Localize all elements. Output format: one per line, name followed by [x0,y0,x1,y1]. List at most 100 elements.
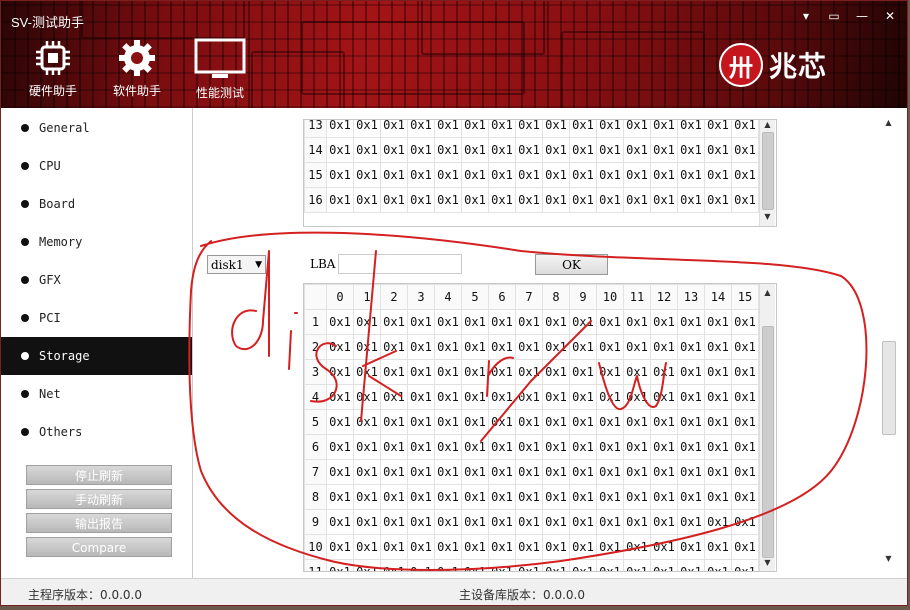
hex-cell[interactable]: 0x1 [515,534,543,560]
hex-cell[interactable]: 0x1 [650,409,678,435]
sidebar-item-memory[interactable]: Memory [1,223,192,261]
hex-cell[interactable]: 0x1 [542,162,570,188]
minimize-button[interactable]: — [851,7,873,25]
hex-cell[interactable]: 0x1 [623,334,651,360]
hex-cell[interactable]: 0x1 [677,120,705,138]
hex-cell[interactable]: 0x1 [380,459,408,485]
hex-cell[interactable]: 0x1 [326,334,354,360]
hex-cell[interactable]: 0x1 [326,534,354,560]
scroll-up-icon[interactable]: ▲ [880,118,897,132]
hex-cell[interactable]: 0x1 [407,137,435,163]
hex-cell[interactable]: 0x1 [596,559,624,571]
hex-cell[interactable]: 0x1 [677,459,705,485]
hex-cell[interactable]: 0x1 [596,459,624,485]
hex-cell[interactable]: 0x1 [704,120,732,138]
hex-cell[interactable]: 0x1 [542,559,570,571]
hex-cell[interactable]: 0x1 [542,120,570,138]
hex-cell[interactable]: 0x1 [488,137,516,163]
hex-cell[interactable]: 0x1 [704,187,732,213]
hex-cell[interactable]: 0x1 [434,559,462,571]
hex-cell[interactable]: 0x1 [515,334,543,360]
hex-cell[interactable]: 0x1 [596,509,624,535]
hex-cell[interactable]: 0x1 [380,334,408,360]
hex-cell[interactable]: 0x1 [515,559,543,571]
hex-cell[interactable]: 0x1 [326,359,354,385]
hex-cell[interactable]: 0x1 [515,359,543,385]
hex-cell[interactable]: 0x1 [542,409,570,435]
hex-cell[interactable]: 0x1 [596,334,624,360]
hex-cell[interactable]: 0x1 [488,409,516,435]
feedback-icon[interactable]: ▭ [823,7,845,25]
close-button[interactable]: ✕ [879,7,901,25]
hex-cell[interactable]: 0x1 [353,384,381,410]
hex-cell[interactable]: 0x1 [461,509,489,535]
hex-cell[interactable]: 0x1 [326,409,354,435]
hex-cell[interactable]: 0x1 [326,434,354,460]
hex-cell[interactable]: 0x1 [569,459,597,485]
hex-cell[interactable]: 0x1 [650,162,678,188]
hex-cell[interactable]: 0x1 [731,120,759,138]
hex-cell[interactable]: 0x1 [704,459,732,485]
hex-cell[interactable]: 0x1 [704,434,732,460]
manual-refresh-button[interactable]: 手动刷新 [26,489,172,509]
hex-cell[interactable]: 0x1 [515,484,543,510]
hex-cell[interactable]: 0x1 [731,137,759,163]
hex-cell[interactable]: 0x1 [650,434,678,460]
hex-cell[interactable]: 0x1 [488,162,516,188]
hex-cell[interactable]: 0x1 [650,509,678,535]
scroll-thumb[interactable] [762,132,774,210]
hex-cell[interactable]: 0x1 [677,162,705,188]
hex-cell[interactable]: 0x1 [326,120,354,138]
hex-cell[interactable]: 0x1 [461,309,489,335]
hex-cell[interactable]: 0x1 [623,509,651,535]
hex-cell[interactable]: 0x1 [704,534,732,560]
hex-cell[interactable]: 0x1 [677,434,705,460]
hex-cell[interactable]: 0x1 [731,334,759,360]
hex-cell[interactable]: 0x1 [704,559,732,571]
hex-cell[interactable]: 0x1 [650,359,678,385]
hex-cell[interactable]: 0x1 [326,509,354,535]
hex-cell[interactable]: 0x1 [488,559,516,571]
hex-cell[interactable]: 0x1 [434,534,462,560]
hex-cell[interactable]: 0x1 [461,559,489,571]
hex-cell[interactable]: 0x1 [380,409,408,435]
hex-cell[interactable]: 0x1 [704,409,732,435]
ok-button[interactable]: OK [535,254,608,275]
sidebar-item-others[interactable]: Others [1,413,192,451]
hex-cell[interactable]: 0x1 [461,484,489,510]
hex-cell[interactable]: 0x1 [434,162,462,188]
hex-cell[interactable]: 0x1 [407,409,435,435]
hex-cell[interactable]: 0x1 [353,137,381,163]
hex-cell[interactable]: 0x1 [596,434,624,460]
hex-cell[interactable]: 0x1 [380,534,408,560]
hex-cell[interactable]: 0x1 [380,359,408,385]
hex-cell[interactable]: 0x1 [515,459,543,485]
hex-cell[interactable]: 0x1 [542,434,570,460]
skin-icon[interactable]: ▾ [795,7,817,25]
hex-cell[interactable]: 0x1 [542,309,570,335]
hex-cell[interactable]: 0x1 [515,309,543,335]
hex-cell[interactable]: 0x1 [407,120,435,138]
hex-cell[interactable]: 0x1 [461,359,489,385]
hex-cell[interactable]: 0x1 [488,187,516,213]
scroll-up-icon[interactable]: ▲ [760,120,775,132]
hex-cell[interactable]: 0x1 [650,459,678,485]
hex-cell[interactable]: 0x1 [461,534,489,560]
hex-cell[interactable]: 0x1 [623,187,651,213]
hex-cell[interactable]: 0x1 [461,120,489,138]
hex-cell[interactable]: 0x1 [488,334,516,360]
hex-cell[interactable]: 0x1 [488,359,516,385]
export-report-button[interactable]: 输出报告 [26,513,172,533]
hex-cell[interactable]: 0x1 [488,309,516,335]
lba-input[interactable] [338,254,462,274]
scroll-thumb[interactable] [762,326,774,558]
hex-cell[interactable]: 0x1 [623,359,651,385]
hex-cell[interactable]: 0x1 [650,559,678,571]
hex-cell[interactable]: 0x1 [542,384,570,410]
hex-cell[interactable]: 0x1 [596,484,624,510]
hex-cell[interactable]: 0x1 [461,459,489,485]
hex-cell[interactable]: 0x1 [569,120,597,138]
hex-cell[interactable]: 0x1 [434,334,462,360]
hex-cell[interactable]: 0x1 [488,459,516,485]
hex-cell[interactable]: 0x1 [326,309,354,335]
